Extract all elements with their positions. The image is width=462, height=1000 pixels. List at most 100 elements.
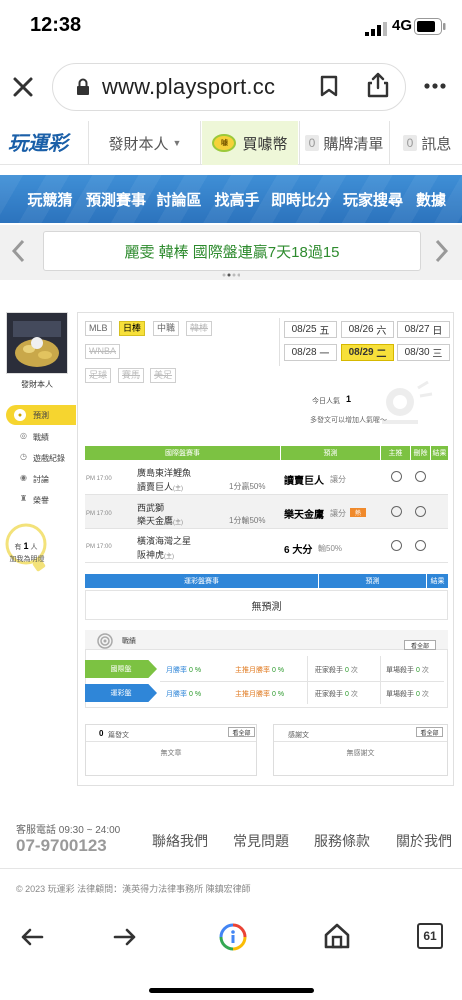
support-phone[interactable]: 07-9700123 <box>16 836 107 856</box>
nav-item-live-score[interactable]: 即時比分 <box>268 175 334 223</box>
intl-kill-value: 0 <box>344 667 349 674</box>
date-tab[interactable]: 08/25 五 <box>284 321 337 338</box>
buy-coins-button[interactable]: 噱 買噱幣 <box>202 121 298 165</box>
pick-type: 讓分 <box>330 475 346 484</box>
sidebar-item-predict[interactable]: ● 預測 <box>6 405 76 425</box>
home-tag: (主) <box>173 520 184 526</box>
sidebar-item-game-log[interactable]: ◷ 遊戲紀錄 <box>6 447 76 467</box>
delete-radio[interactable] <box>415 506 426 517</box>
posts-empty: 無文章 <box>160 750 182 757</box>
trophy-icon: ♜ <box>20 494 28 503</box>
main-pick-radio[interactable] <box>391 471 402 482</box>
chevron-left-icon[interactable] <box>10 238 26 264</box>
date-tab-date: 08/29 <box>348 347 374 358</box>
posts-count: 0 <box>99 729 104 738</box>
sidebar-item-label: 討論 <box>33 475 49 484</box>
target-icon <box>97 633 113 649</box>
cart-button[interactable]: 0 購牌清單 <box>300 121 388 165</box>
sidebar-item-label: 遊戲紀錄 <box>33 454 65 463</box>
date-tab-weekday: 六 <box>376 326 387 337</box>
footer-link-contact[interactable]: 聯絡我們 <box>152 831 208 851</box>
lottery-main-rate: 0 <box>271 691 276 698</box>
date-tab[interactable]: 08/28 一 <box>284 344 337 361</box>
footer-link-faq[interactable]: 常見問題 <box>233 831 289 851</box>
main-pick-radio[interactable] <box>391 506 402 517</box>
pick-total: 6 大分 <box>284 545 313 556</box>
lottery-col-game: 運彩盤賽事 <box>85 574 318 588</box>
home-indicator <box>149 988 314 993</box>
footer-link-terms[interactable]: 服務條款 <box>314 831 370 851</box>
sidebar-username: 發財本人 <box>21 380 53 389</box>
home-icon[interactable] <box>323 922 351 950</box>
team-away: 西武獅 <box>137 503 165 513</box>
date-tab[interactable]: 08/26 六 <box>341 321 394 338</box>
team-home: 讀賣巨人 <box>137 482 174 492</box>
google-lens-icon[interactable] <box>218 922 248 952</box>
member-menu[interactable]: 發財本人 ▼ <box>92 121 198 165</box>
team-home: 阪神虎 <box>137 550 165 560</box>
nav-item-experts[interactable]: 找高手 <box>211 175 263 223</box>
popularity-hint: 多發文可以增加人氣喔～ <box>310 417 387 424</box>
main-pick-radio[interactable] <box>391 540 402 551</box>
team-away: 橫濱海灣之星 <box>137 536 192 546</box>
record-see-all-button[interactable]: 看全部 <box>404 640 436 650</box>
posts-see-all-button[interactable]: 看全部 <box>228 727 255 737</box>
league-tab-mlb[interactable]: MLB <box>85 321 112 336</box>
footer-link-about[interactable]: 關於我們 <box>396 831 452 851</box>
nav-item-predict[interactable]: 預測賽事 <box>84 175 148 223</box>
date-tab[interactable]: 08/27 日 <box>397 321 450 338</box>
bookmark-icon[interactable] <box>320 75 338 97</box>
pick-team: 讀賣巨人 <box>284 476 324 487</box>
header-divider <box>200 121 201 165</box>
messages-button[interactable]: 0 訊息 <box>392 121 462 165</box>
chevron-right-icon[interactable] <box>434 238 450 264</box>
sidebar-item-honor[interactable]: ♜ 榮譽 <box>6 489 76 509</box>
network-type: 4G <box>392 17 413 34</box>
date-tab[interactable]: 08/30 三 <box>397 344 450 361</box>
delete-radio[interactable] <box>415 540 426 551</box>
nav-item-player-search[interactable]: 玩家搜尋 <box>340 175 406 223</box>
thanks-see-all-button[interactable]: 看全部 <box>416 727 443 737</box>
nav-item-forum[interactable]: 討論區 <box>154 175 204 223</box>
delete-radio[interactable] <box>415 471 426 482</box>
league-tab-horse-racing: 賽馬 <box>118 368 145 383</box>
site-logo[interactable]: 玩運彩 <box>8 127 68 156</box>
more-icon[interactable] <box>424 83 446 89</box>
forward-arrow-icon[interactable] <box>113 927 137 947</box>
cell-signal-icon <box>365 22 387 36</box>
back-arrow-icon[interactable] <box>20 927 44 947</box>
nav-item-stats[interactable]: 數據 <box>411 175 451 223</box>
team-away: 廣島東洋鯉魚 <box>137 468 192 478</box>
ad-banner[interactable]: 麗雯 韓棒 國際盤連贏7天18過15 <box>43 231 421 271</box>
home-tag: (主) <box>173 486 184 492</box>
record-intl-label: 國際盤 <box>85 660 157 678</box>
sidebar-item-label: 戰績 <box>33 433 49 442</box>
lottery-kill-label: 莊家殺手 <box>315 691 343 698</box>
date-tab-active[interactable]: 08/29 二 <box>341 344 394 361</box>
lottery-single-value: 0 <box>415 691 420 698</box>
divider <box>160 681 444 682</box>
league-tab-npb[interactable]: 日棒 <box>119 321 146 336</box>
sidebar-item-discussion[interactable]: ◉ 討論 <box>6 468 76 488</box>
league-tab-cpbl[interactable]: 中職 <box>153 321 180 336</box>
avatar[interactable] <box>6 312 68 374</box>
record-header <box>85 630 448 650</box>
fan-count-value: 1 <box>23 541 29 551</box>
share-icon[interactable] <box>366 72 390 98</box>
support-hours: 客服電話 09:30 ~ 24:00 <box>16 825 121 836</box>
intl-col-home: 主推 <box>381 446 410 460</box>
cart-label: 購牌清單 <box>323 135 384 153</box>
tab-count-button[interactable]: 61 <box>417 923 443 949</box>
nav-item-game[interactable]: 玩競猜 <box>20 175 80 223</box>
league-tab-nfl: 美足 <box>150 368 177 383</box>
game-time: PM 17:00 <box>86 476 112 482</box>
sidebar-item-record[interactable]: ◎ 戰績 <box>6 426 76 446</box>
posts-label: 篇發文 <box>108 732 129 739</box>
divider <box>307 656 308 704</box>
divider <box>0 868 462 869</box>
league-tab-soccer: 足球 <box>85 368 112 383</box>
chat-icon: ◎ <box>20 431 27 440</box>
close-icon[interactable] <box>12 76 34 98</box>
record-lottery-label: 運彩盤 <box>85 684 157 702</box>
pick-team: 樂天金鷹 <box>284 510 324 521</box>
